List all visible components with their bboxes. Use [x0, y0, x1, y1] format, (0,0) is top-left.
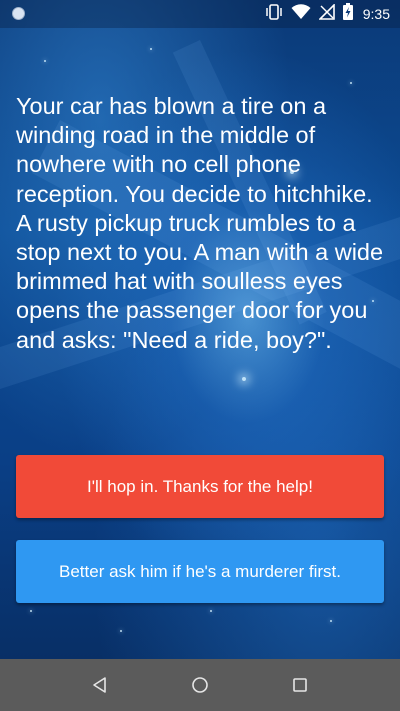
sparkle — [44, 60, 46, 62]
back-icon[interactable] — [88, 673, 112, 697]
status-bar: 9:35 — [0, 0, 400, 28]
sparkle — [30, 610, 32, 612]
wifi-icon — [291, 3, 311, 25]
sparkle — [120, 630, 122, 632]
story-text: Your car has blown a tire on a winding r… — [16, 93, 384, 353]
notification-dot-icon — [12, 7, 25, 20]
navigation-bar — [0, 659, 400, 711]
battery-charging-icon — [342, 3, 353, 25]
status-icons: 9:35 — [265, 2, 390, 25]
sparkle — [210, 610, 212, 612]
vibrate-icon — [265, 3, 283, 25]
choice-ask-murderer-button[interactable]: Better ask him if he's a murderer first. — [16, 540, 384, 603]
sparkle — [330, 620, 332, 622]
choice-hop-in-button[interactable]: I'll hop in. Thanks for the help! — [16, 455, 384, 518]
home-icon[interactable] — [188, 673, 212, 697]
sparkle — [150, 48, 152, 50]
recents-icon[interactable] — [288, 673, 312, 697]
status-time: 9:35 — [362, 6, 390, 22]
no-signal-icon — [317, 2, 335, 25]
sparkle — [242, 377, 246, 381]
sparkle — [350, 82, 352, 84]
